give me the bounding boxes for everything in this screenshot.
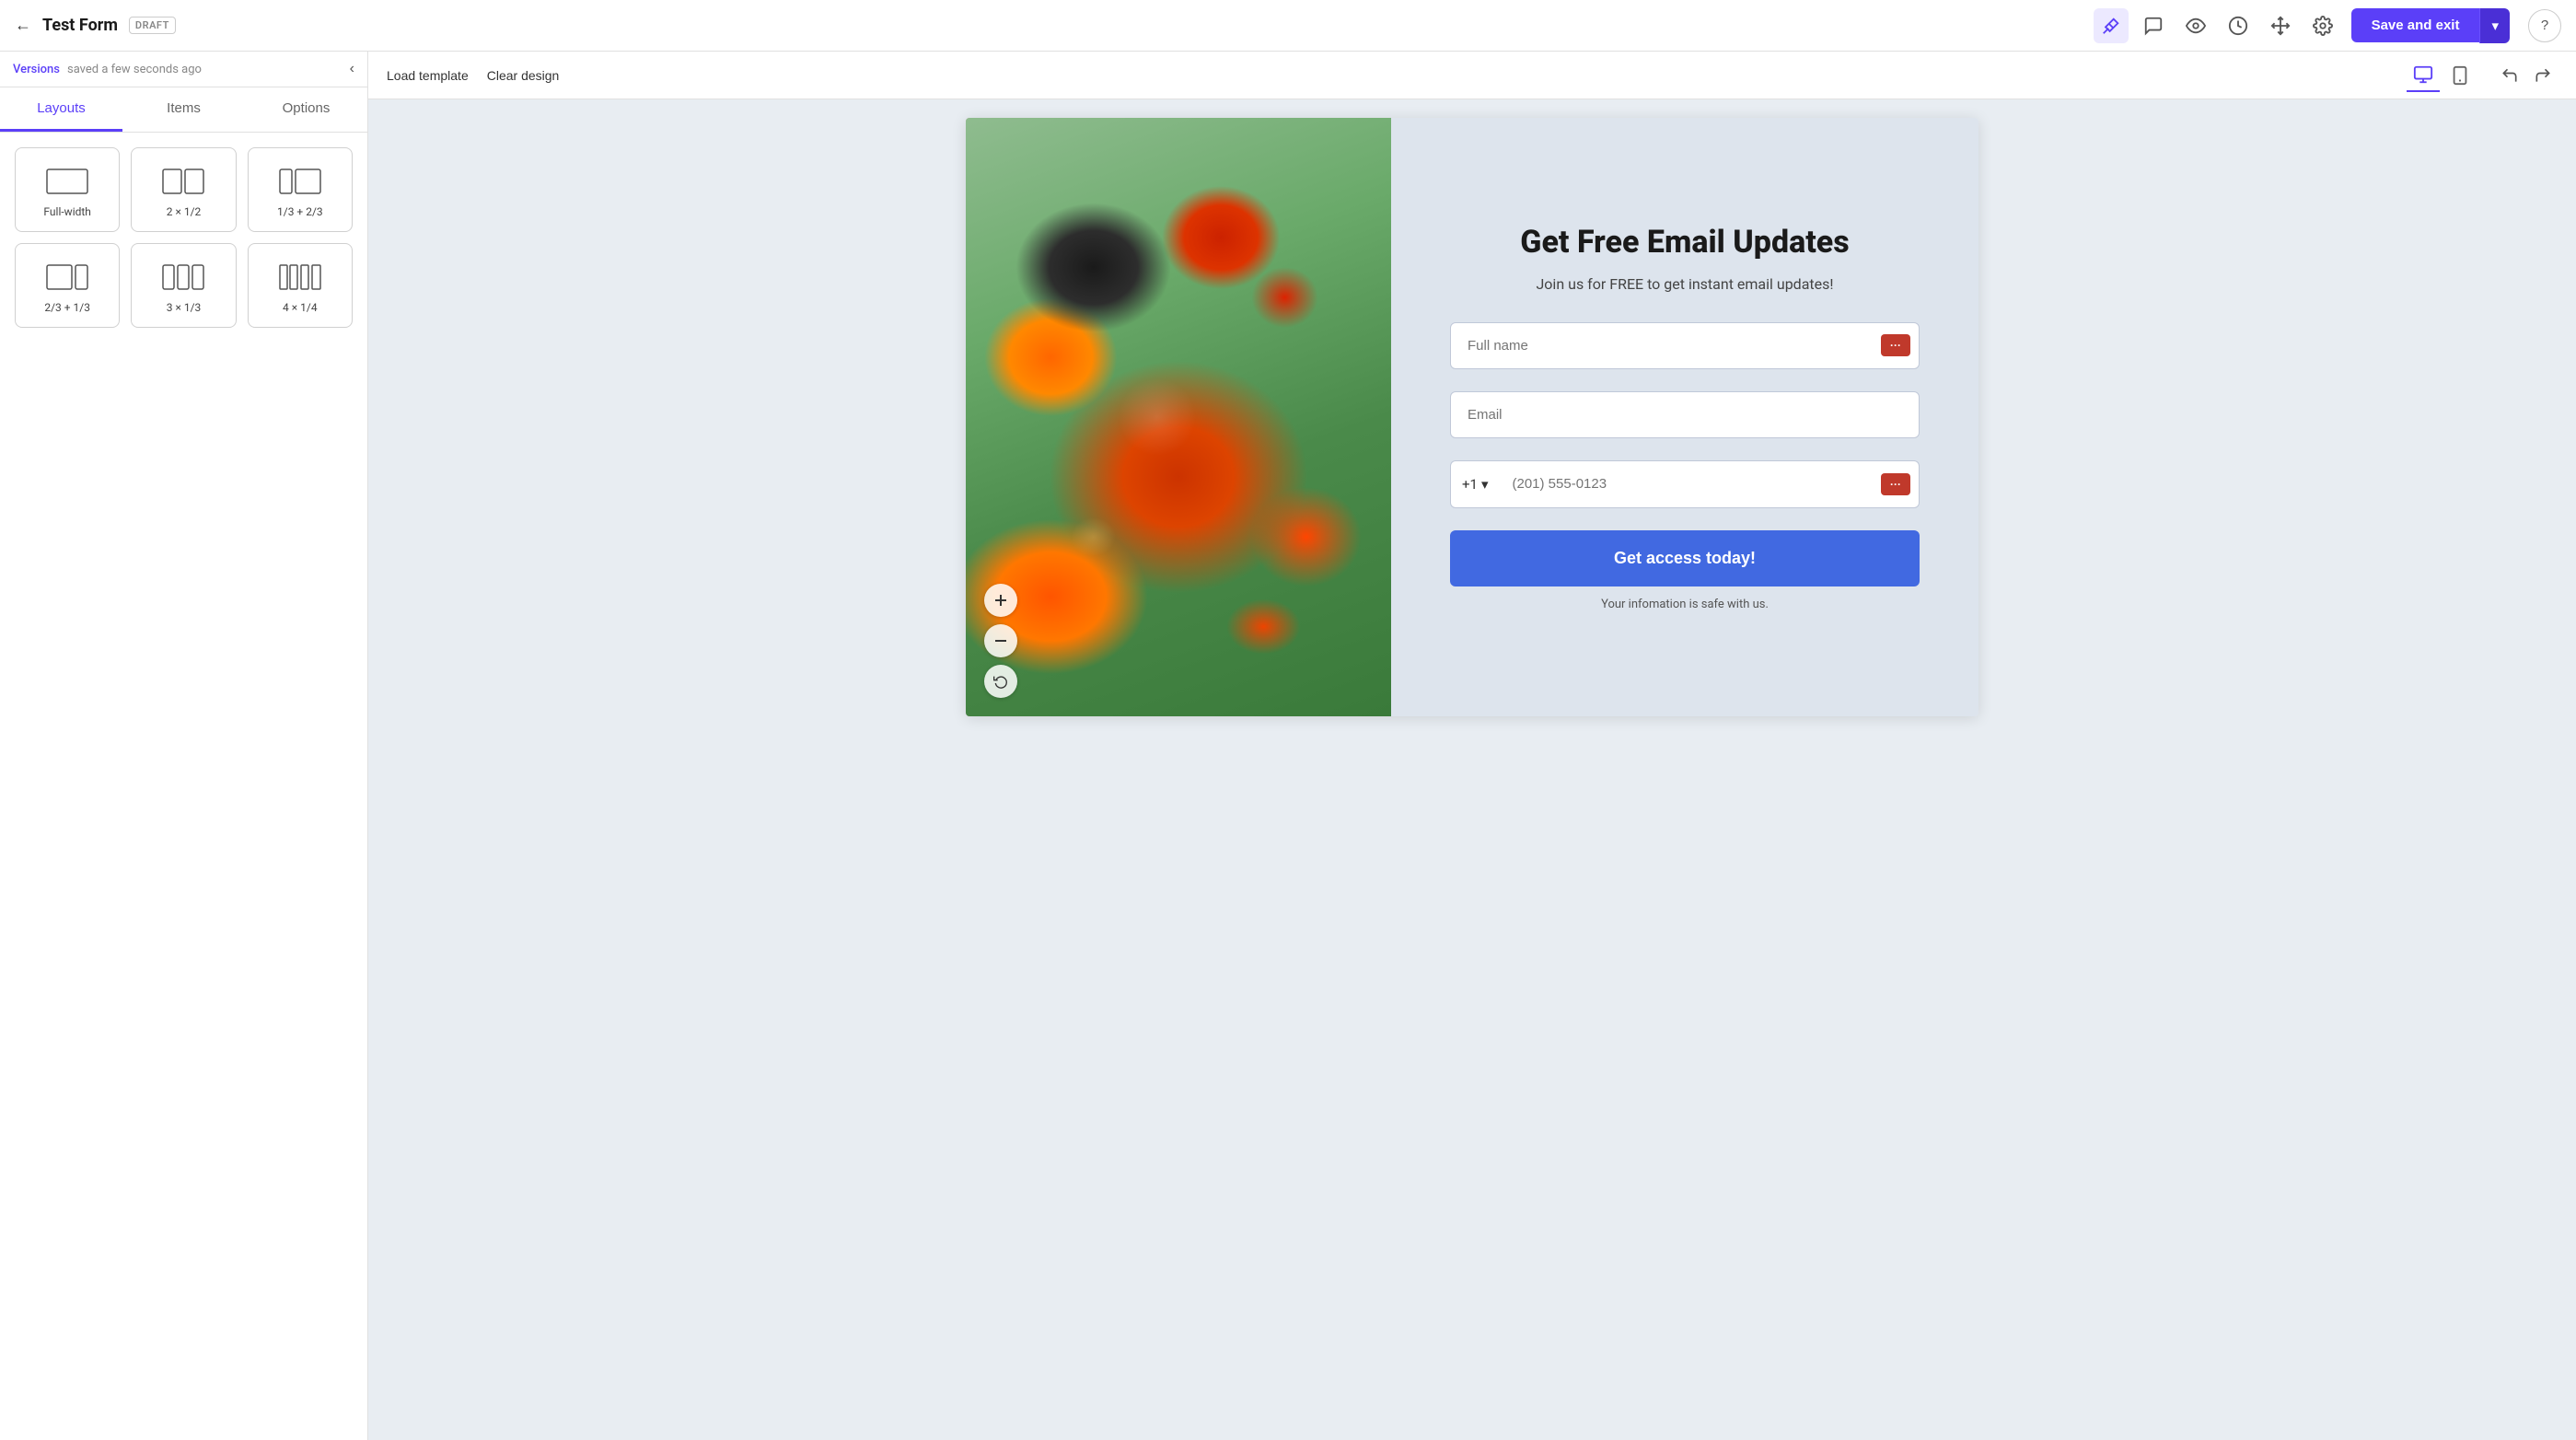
desktop-view-button[interactable]: [2407, 59, 2440, 92]
canvas-scroll[interactable]: Get Free Email Updates Join us for FREE …: [368, 99, 2576, 1440]
magic-wand-button[interactable]: [2094, 8, 2129, 43]
preview-button[interactable]: [2178, 8, 2213, 43]
chat-button[interactable]: [2136, 8, 2171, 43]
layout-1-3-2-3[interactable]: 1/3 + 2/3: [248, 147, 353, 232]
redo-button[interactable]: [2528, 61, 2558, 90]
chevron-down-icon: ▾: [2491, 18, 2499, 34]
rotate-button[interactable]: [984, 665, 1017, 698]
remove-row-button[interactable]: [984, 624, 1017, 657]
versions-text: saved a few seconds ago: [67, 63, 202, 76]
layout-4x1-4[interactable]: 4 × 1/4: [248, 243, 353, 328]
layout-1-3-2-3-label: 1/3 + 2/3: [277, 205, 323, 218]
add-row-buttons: [984, 584, 1017, 698]
layout-full-width-label: Full-width: [43, 205, 91, 218]
full-name-input[interactable]: [1450, 322, 1920, 369]
full-name-field-wrapper: ···: [1450, 322, 1920, 369]
layout-2-3-1-3[interactable]: 2/3 + 1/3: [15, 243, 120, 328]
draft-badge: DRAFT: [129, 17, 176, 34]
save-exit-button[interactable]: Save and exit: [2351, 8, 2480, 42]
layout-full-width[interactable]: Full-width: [15, 147, 120, 232]
left-panel-tabs: Layouts Items Options: [0, 87, 367, 133]
mobile-view-button[interactable]: [2443, 59, 2477, 92]
view-icons: [2407, 59, 2477, 92]
tab-options[interactable]: Options: [245, 87, 367, 132]
help-icon: ?: [2541, 17, 2548, 33]
versions-link[interactable]: Versions: [13, 63, 60, 76]
top-header: ← Test Form DRAFT: [0, 0, 2576, 52]
layout-2-3-1-3-label: 2/3 + 1/3: [44, 301, 90, 314]
submit-button[interactable]: Get access today!: [1450, 530, 1920, 586]
left-panel: Versions saved a few seconds ago ‹ Layou…: [0, 52, 368, 1440]
layout-2x1-2[interactable]: 2 × 1/2: [131, 147, 236, 232]
form-heading: Get Free Email Updates: [1520, 224, 1849, 261]
form-left-image: [966, 118, 1391, 716]
history-button[interactable]: [2221, 8, 2256, 43]
layouts-grid: Full-width 2 × 1/2: [0, 133, 367, 343]
phone-field-wrapper: +1 ▾ ···: [1450, 460, 1920, 508]
phone-prefix[interactable]: +1 ▾: [1450, 460, 1499, 508]
form-subtext: Join us for FREE to get instant email up…: [1536, 275, 1833, 293]
email-field-wrapper: [1450, 391, 1920, 438]
phone-options-button[interactable]: ···: [1881, 473, 1910, 495]
left-panel-header: Versions saved a few seconds ago ‹: [0, 52, 367, 87]
save-exit-group: Save and exit ▾: [2351, 8, 2510, 43]
clear-design-button[interactable]: Clear design: [487, 68, 560, 83]
canvas-area: Load template Clear design: [368, 52, 2576, 1440]
canvas-toolbar: Load template Clear design: [368, 52, 2576, 99]
tab-layouts[interactable]: Layouts: [0, 87, 122, 132]
main-layout: Versions saved a few seconds ago ‹ Layou…: [0, 52, 2576, 1440]
app-title: Test Form: [42, 16, 118, 35]
layout-2x1-2-label: 2 × 1/2: [167, 205, 202, 218]
undo-button[interactable]: [2495, 61, 2524, 90]
back-icon: ←: [15, 16, 31, 35]
tab-items[interactable]: Items: [122, 87, 245, 132]
form-preview: Get Free Email Updates Join us for FREE …: [966, 118, 1978, 716]
phone-input[interactable]: [1499, 460, 1920, 508]
save-exit-dropdown-button[interactable]: ▾: [2479, 8, 2510, 43]
add-row-button[interactable]: [984, 584, 1017, 617]
layout-4x1-4-label: 4 × 1/4: [283, 301, 318, 314]
collapse-panel-button[interactable]: ‹: [350, 61, 354, 77]
email-input[interactable]: [1450, 391, 1920, 438]
layout-3x1-3[interactable]: 3 × 1/3: [131, 243, 236, 328]
header-icons: [2094, 8, 2340, 43]
load-template-button[interactable]: Load template: [387, 68, 469, 83]
form-right: Get Free Email Updates Join us for FREE …: [1391, 118, 1978, 716]
gear-button[interactable]: [2305, 8, 2340, 43]
full-name-options-button[interactable]: ···: [1881, 334, 1910, 356]
layout-3x1-3-label: 3 × 1/3: [167, 301, 202, 314]
fruit-overlay: [966, 118, 1391, 716]
collapse-icon: ‹: [350, 61, 354, 76]
help-button[interactable]: ?: [2528, 9, 2561, 42]
move-button[interactable]: [2263, 8, 2298, 43]
undo-redo-group: [2495, 61, 2558, 90]
back-button[interactable]: ←: [15, 16, 31, 35]
privacy-text: Your infomation is safe with us.: [1601, 598, 1769, 611]
